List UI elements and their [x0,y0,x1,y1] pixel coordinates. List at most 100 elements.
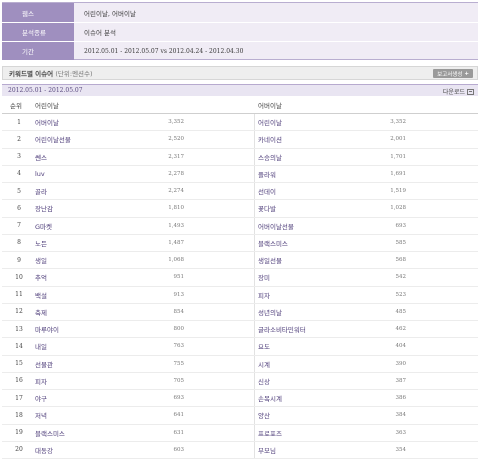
rank-cell: 4 [17,170,21,178]
mention-count: 913 [173,291,185,298]
keyword-link[interactable]: 블랙스미스 [258,238,288,248]
column-divider [254,269,255,286]
table-row: 8 노든 1,487 블랙스미스 585 [2,234,478,252]
info-label-period: 기간 [2,42,74,60]
mention-count: 693 [395,222,407,229]
date-range-bar: 2012.05.01 - 2012.05.07 다운로드 [2,84,478,96]
keyword-link[interactable]: 생일 [35,255,47,265]
keyword-link[interactable]: 추억 [35,272,47,282]
keyword-link[interactable]: 프로포즈 [258,428,282,438]
keyword-link[interactable]: 카네이션 [258,134,282,144]
table-row: 18 저녁 641 양산 384 [2,407,478,425]
keyword-link[interactable]: 신상 [258,376,270,386]
keyword-link[interactable]: 마루야이 [35,324,59,334]
keyword-link[interactable]: 요도 [258,341,270,351]
keyword-link[interactable]: 블랙스미스 [35,428,65,438]
rank-cell: 12 [15,308,23,316]
rank-cell: 10 [15,273,23,281]
mention-count: 3,352 [168,119,184,126]
mention-count: 1,691 [390,170,406,177]
mention-count: 542 [395,274,407,281]
column-divider [254,217,255,234]
column-divider [254,303,255,320]
mention-count: 705 [173,377,185,384]
keyword-link[interactable]: 부모님 [258,445,276,455]
keyword-link[interactable]: 대동강 [35,445,53,455]
keyword-link[interactable]: 야구 [35,393,47,403]
column-divider [254,114,255,131]
keyword-link[interactable]: 어버이날선물 [258,221,294,231]
column-divider [254,165,255,182]
rank-cell: 17 [15,394,23,402]
column-divider [254,183,255,200]
column-divider [254,234,255,251]
rank-cell: 20 [15,446,23,454]
keyword-link[interactable]: 플라워 [258,169,276,179]
table-row: 4 luv 2,278 플라워 1,691 [2,165,478,183]
table-row: 13 마루야이 800 글라소비타민워터 462 [2,321,478,339]
keyword-link[interactable]: 저녁 [35,410,47,420]
info-value-analysis-type: 이슈어 분석 [84,29,116,37]
download-button[interactable]: 다운로드 [443,87,474,96]
keyword-link[interactable]: 피자 [35,376,47,386]
keyword-link[interactable]: 어린이날선물 [35,134,71,144]
info-row-period: 기간 2012.05.01 - 2012.05.07 vs 2012.04.24… [2,41,478,60]
table-row: 17 야구 693 손목시계 386 [2,390,478,408]
rank-cell: 15 [15,360,23,368]
download-icon [467,88,474,95]
keyword-link[interactable]: 성년의날 [258,307,282,317]
mention-count: 390 [395,360,407,367]
keyword-link[interactable]: 골라 [35,186,47,196]
mention-count: 1,028 [390,205,406,212]
mention-count: 2,520 [168,136,184,143]
header-childrens-day: 어린이날 [35,102,59,110]
keyword-link[interactable]: 피자 [258,290,270,300]
plus-icon: + [464,70,469,77]
keyword-link[interactable]: luv [35,170,45,178]
mention-count: 2,278 [168,170,184,177]
keyword-link[interactable]: 생일선물 [258,255,282,265]
mention-count: 354 [395,446,407,453]
keyword-link[interactable]: 노든 [35,238,47,248]
keyword-link[interactable]: 시계 [258,359,270,369]
download-label: 다운로드 [442,89,465,96]
keyword-link[interactable]: 장난감 [35,203,53,213]
mention-count: 800 [173,326,185,333]
mention-count: 1,701 [390,153,406,160]
mention-count: 2,274 [168,188,184,195]
mention-count: 2,001 [390,136,406,143]
table-header: 순위 어린이날 어버이날 [2,97,478,114]
mention-count: 1,493 [168,222,184,229]
table-row: 16 피자 705 신상 387 [2,372,478,390]
column-divider [254,424,255,441]
info-label-keywords: 웹스 [2,3,74,22]
keyword-link[interactable]: 선물관 [35,359,53,369]
table-row: 19 블랙스미스 631 프로포즈 363 [2,424,478,442]
keyword-link[interactable]: 스승의날 [258,152,282,162]
column-divider [254,390,255,407]
info-value-keywords: 어린이날, 어버이날 [84,9,136,18]
rank-cell: 9 [17,256,21,264]
section-title-text: 키워드별 이슈어 [9,70,54,78]
keyword-link[interactable]: 어린이날 [258,117,282,127]
table-row: 12 축제 854 성년의날 485 [2,303,478,321]
keyword-link[interactable]: 쎈스 [35,152,47,162]
create-report-button[interactable]: 보고서생성 + [433,69,473,78]
keyword-link[interactable]: 선데이 [258,186,276,196]
rank-cell: 8 [17,239,21,247]
keyword-link[interactable]: 내일 [35,341,47,351]
keyword-link[interactable]: G마켓 [35,221,52,231]
keyword-link[interactable]: 축제 [35,307,47,317]
info-value-period: 2012.05.01 - 2012.05.07 vs 2012.04.24 - … [84,47,244,55]
keyword-link[interactable]: 꽃다발 [258,203,276,213]
keyword-link[interactable]: 어버이날 [35,117,59,127]
mention-count: 763 [173,343,185,350]
keyword-link[interactable]: 글라소비타민워터 [258,324,306,334]
keyword-link[interactable]: 장미 [258,272,270,282]
mention-count: 585 [395,239,407,246]
mention-count: 854 [173,308,185,315]
keyword-link[interactable]: 양산 [258,410,270,420]
keyword-link[interactable]: 백설 [35,290,47,300]
column-divider [254,200,255,217]
keyword-link[interactable]: 손목시계 [258,393,282,403]
